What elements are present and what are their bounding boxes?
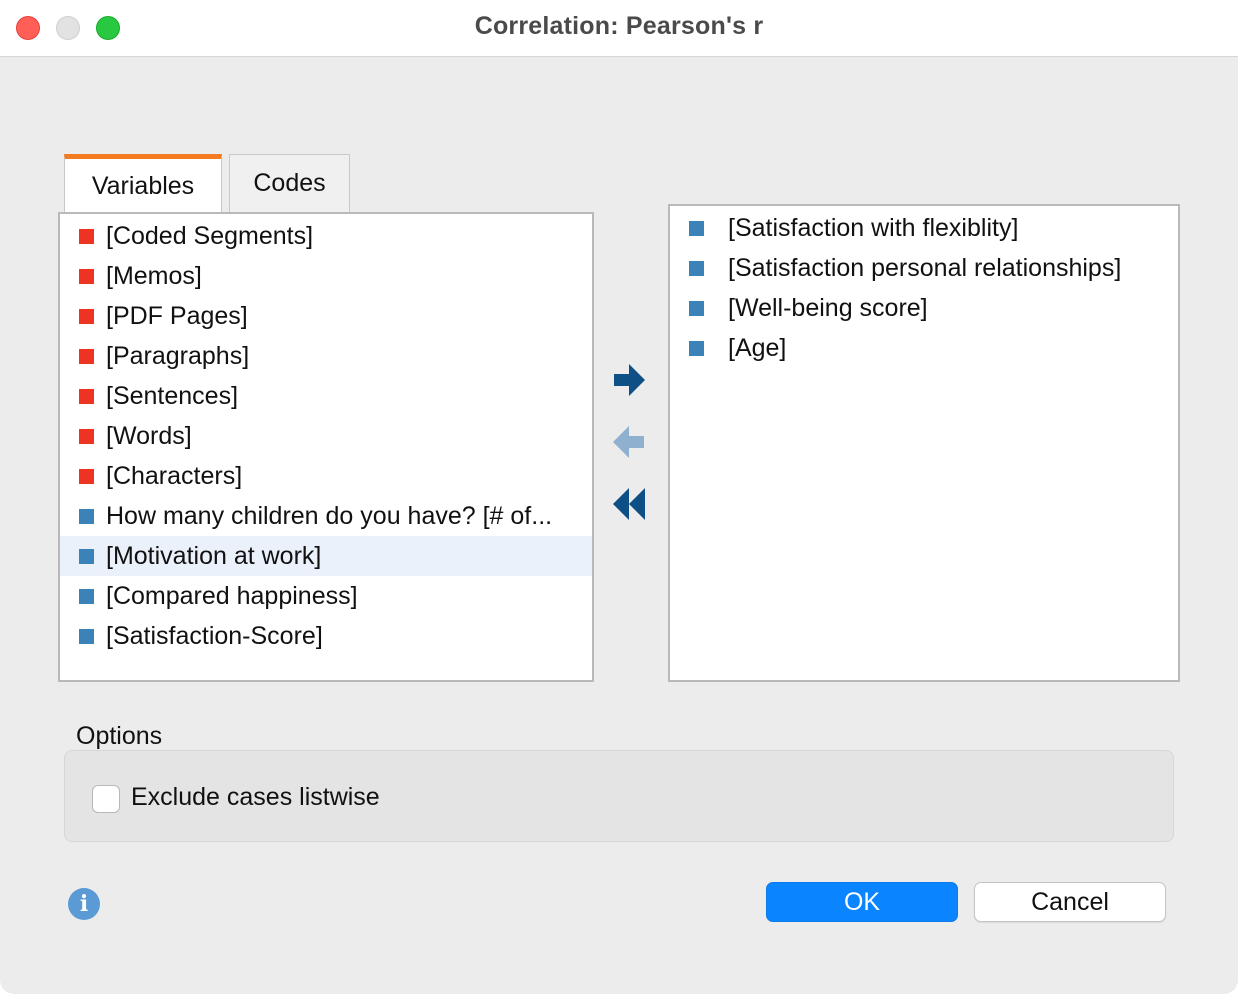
system-variable-icon [79, 388, 94, 404]
arrow-left-icon [613, 426, 644, 458]
user-variable-icon [689, 220, 704, 236]
list-item[interactable]: [PDF Pages] [60, 296, 592, 336]
list-item[interactable]: [Memos] [60, 256, 592, 296]
tab-variables-label: Variables [91, 172, 195, 200]
options-title: Options [76, 722, 163, 750]
system-variable-icon [79, 268, 94, 284]
tab-codes-label: Codes [253, 169, 326, 197]
list-item[interactable]: [Sentences] [60, 376, 592, 416]
system-variable-icon [79, 468, 94, 484]
list-item[interactable]: [Coded Segments] [60, 216, 592, 256]
info-icon[interactable]: i [68, 888, 100, 920]
list-item[interactable]: [Characters] [60, 456, 592, 496]
remove-variable-button[interactable] [611, 422, 647, 462]
list-item[interactable]: [Words] [60, 416, 592, 456]
list-item[interactable]: [Paragraphs] [60, 336, 592, 376]
exclude-listwise-checkbox[interactable] [92, 785, 120, 813]
system-variable-icon [79, 228, 94, 244]
list-item[interactable]: [Age] [670, 328, 1178, 368]
double-chevron-left-icon [613, 488, 645, 520]
arrow-right-icon [614, 364, 645, 396]
window-title: Correlation: Pearson's r [474, 12, 764, 40]
list-item[interactable]: [Compared happiness] [60, 576, 592, 616]
remove-all-variables-button[interactable] [611, 484, 647, 524]
user-variable-icon [79, 508, 94, 524]
system-variable-icon [79, 428, 94, 444]
user-variable-icon [79, 548, 94, 564]
add-variable-button[interactable] [611, 360, 647, 400]
exclude-listwise-label[interactable]: Exclude cases listwise [131, 783, 380, 812]
tab-variables[interactable]: Variables [64, 154, 222, 214]
title-bar: Correlation: Pearson's r [0, 0, 1238, 57]
tab-codes[interactable]: Codes [229, 154, 350, 213]
list-item[interactable]: [Satisfaction with flexiblity] [670, 208, 1178, 248]
list-item[interactable]: [Well-being score] [670, 288, 1178, 328]
system-variable-icon [79, 348, 94, 364]
user-variable-icon [689, 260, 704, 276]
cancel-button[interactable]: Cancel [974, 882, 1166, 922]
user-variable-icon [689, 340, 704, 356]
list-item-selected[interactable]: [Motivation at work] [60, 536, 592, 576]
system-variable-icon [79, 308, 94, 324]
list-item[interactable]: [Satisfaction-Score] [60, 616, 592, 656]
user-variable-icon [689, 300, 704, 316]
user-variable-icon [79, 588, 94, 604]
list-item[interactable]: How many children do you have? [# of... [60, 496, 592, 536]
selected-variables-list[interactable]: [Satisfaction with flexiblity] [Satisfac… [668, 204, 1180, 682]
dialog-window: Correlation: Pearson's r Variables Codes… [0, 0, 1238, 994]
user-variable-icon [79, 628, 94, 644]
list-item[interactable]: [Satisfaction personal relationships] [670, 248, 1178, 288]
available-variables-list[interactable]: [Coded Segments] [Memos] [PDF Pages] [Pa… [58, 212, 594, 682]
ok-button[interactable]: OK [766, 882, 958, 922]
